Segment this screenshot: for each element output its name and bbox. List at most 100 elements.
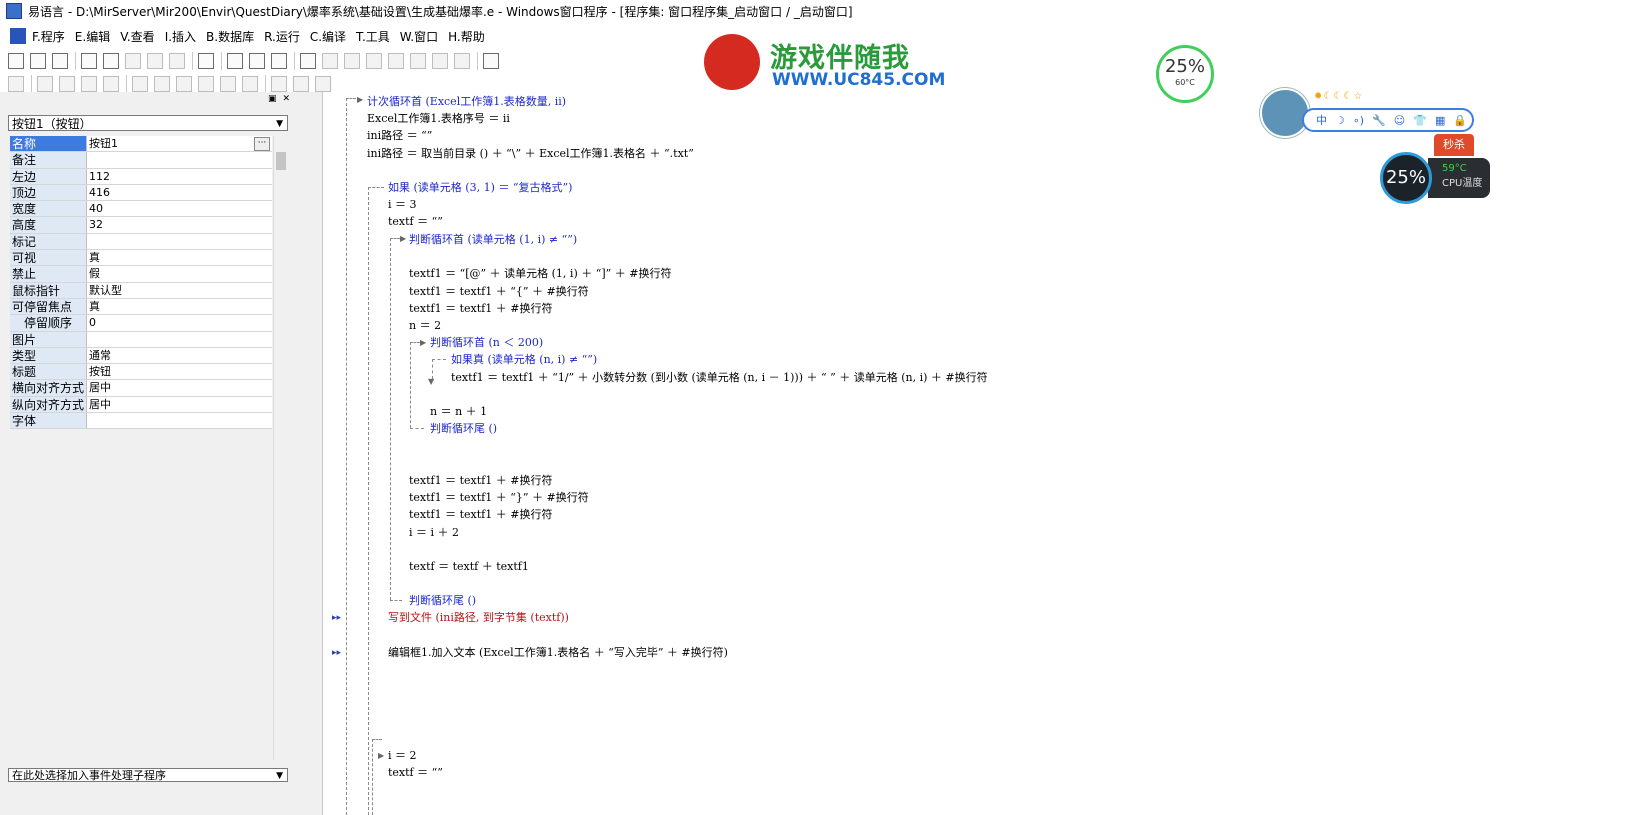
code-line[interactable]: textf1 ＝ textf1 ＋ “}” ＋ #换行符: [409, 489, 589, 505]
lock-icon[interactable]: 🔒: [1453, 114, 1467, 127]
menu-run[interactable]: R.运行: [264, 28, 300, 45]
property-row[interactable]: 停留顺序 0: [10, 315, 272, 332]
property-row[interactable]: 顶边 416: [10, 184, 272, 202]
code-line[interactable]: textf1 ＝ textf1 ＋ #换行符: [409, 472, 552, 488]
expand-icon[interactable]: ▶: [357, 95, 363, 104]
property-row[interactable]: 禁止假: [10, 266, 272, 283]
layout-2-icon[interactable]: [249, 53, 265, 69]
step-5-icon[interactable]: [432, 53, 448, 69]
code-line[interactable]: ini路径 ＝ “”: [367, 127, 432, 143]
step-2-icon[interactable]: [366, 53, 382, 69]
property-row[interactable]: 可视真: [10, 250, 272, 267]
expand-icon[interactable]: ▶: [420, 338, 426, 347]
component-select[interactable]: 按钮1（按钮） ▼: [8, 115, 288, 131]
property-value[interactable]: [87, 331, 272, 347]
layout-3-icon[interactable]: [271, 53, 287, 69]
property-row[interactable]: 左边 112: [10, 168, 272, 185]
menu-database[interactable]: B.数据库: [206, 28, 254, 45]
code-line[interactable]: n ＝ n ＋ 1: [430, 403, 487, 419]
breakpoint-marker-icon[interactable]: ▸▸: [332, 648, 341, 658]
property-row[interactable]: 横向对齐方式 居中: [10, 380, 272, 397]
property-row[interactable]: 标题 按钮: [10, 364, 272, 381]
property-value[interactable]: 默认型: [87, 282, 272, 298]
property-value[interactable]: 通常: [87, 347, 272, 364]
code-line[interactable]: i ＝ i ＋ 2: [409, 524, 459, 540]
breakpoint-marker-icon[interactable]: ▸▸: [332, 613, 341, 623]
shirt-icon[interactable]: 👕: [1413, 114, 1427, 127]
property-value[interactable]: 真: [87, 250, 272, 266]
property-value[interactable]: 居中: [87, 380, 272, 396]
open-folder-icon[interactable]: [30, 53, 46, 69]
code-line[interactable]: textf1 ＝ textf1 ＋ “{” ＋ #换行符: [409, 283, 589, 299]
property-row[interactable]: 纵向对齐方式 居中: [10, 396, 272, 414]
usage-gauge[interactable]: 25% 60°C: [1156, 45, 1214, 103]
property-value[interactable]: 按钮1 ···: [87, 136, 272, 152]
scroll-thumb[interactable]: [276, 152, 286, 170]
menu-tools[interactable]: T.工具: [356, 28, 390, 45]
menu-view[interactable]: V.查看: [120, 28, 154, 45]
code-line[interactable]: textf1 ＝ textf1 ＋ #换行符: [409, 506, 552, 522]
grid-icon[interactable]: ▦: [1435, 114, 1445, 127]
code-line[interactable]: 编辑框1.加入文本 (Excel工作簿1.表格名 ＋ “写入完毕” ＋ #换行符…: [388, 644, 728, 660]
smile-icon[interactable]: ☺: [1394, 114, 1405, 127]
cpu-widget[interactable]: 59°C CPU温度 25%: [1380, 152, 1490, 204]
property-row[interactable]: 字体: [10, 413, 272, 430]
menu-edit[interactable]: E.编辑: [75, 28, 110, 45]
pin-icon[interactable]: ▣: [268, 94, 277, 104]
expand-icon[interactable]: ▶: [378, 751, 384, 760]
code-line[interactable]: textf1 ＝ “[@” ＋ 读单元格 (1, i) ＋ “]” ＋ #换行符: [409, 265, 671, 281]
property-value[interactable]: 真: [87, 298, 272, 315]
expand-icon[interactable]: ▶: [400, 234, 406, 243]
wrench-icon[interactable]: 🔧: [1372, 114, 1386, 127]
hand-icon[interactable]: [454, 53, 470, 69]
menu-compile[interactable]: C.编译: [310, 28, 346, 45]
space-v-icon[interactable]: [242, 76, 258, 92]
run-icon[interactable]: [300, 53, 316, 69]
center-h-icon[interactable]: [132, 76, 148, 92]
close-icon[interactable]: ✕: [282, 94, 290, 104]
property-row[interactable]: 备注: [10, 152, 272, 169]
grid-icon[interactable]: [315, 76, 331, 92]
resize-h-icon[interactable]: [271, 76, 287, 92]
chevron-down-icon[interactable]: ▼: [276, 769, 283, 781]
same-width-icon[interactable]: [176, 76, 192, 92]
property-value[interactable]: 居中: [87, 396, 272, 413]
property-value[interactable]: [87, 413, 272, 429]
ime-mode-button[interactable]: 中: [1316, 112, 1327, 128]
code-line[interactable]: 判断循环首 (读单元格 (1, i) ≠ “”): [409, 231, 577, 247]
app-menu-icon[interactable]: [10, 28, 26, 44]
align-top-icon[interactable]: [81, 76, 97, 92]
redo-icon[interactable]: [147, 53, 163, 69]
property-row[interactable]: 图片: [10, 331, 272, 348]
moon-icon[interactable]: ☽: [1335, 114, 1345, 127]
paste-icon[interactable]: [125, 53, 141, 69]
stop-icon[interactable]: [322, 53, 338, 69]
property-value[interactable]: 112: [87, 168, 272, 184]
undo-icon[interactable]: [169, 53, 185, 69]
code-line[interactable]: textf1 ＝ textf1 ＋ “1/” ＋ 小数转分数 (到小数 (读单元…: [451, 369, 988, 385]
code-line[interactable]: 如果真 (读单元格 (n, i) ≠ “”): [451, 351, 597, 367]
property-value[interactable]: 40: [87, 201, 272, 217]
code-line[interactable]: 判断循环尾 (): [430, 420, 497, 436]
code-line[interactable]: 判断循环首 (n ＜ 200): [430, 334, 543, 350]
menu-window[interactable]: W.窗口: [400, 28, 438, 45]
property-row[interactable]: 高度 32: [10, 217, 272, 234]
menu-program[interactable]: F.程序: [32, 28, 65, 45]
space-h-icon[interactable]: [220, 76, 236, 92]
property-value[interactable]: 按钮: [87, 364, 272, 380]
property-row[interactable]: 名称 按钮1 ···: [10, 136, 272, 153]
property-row[interactable]: 宽度 40: [10, 201, 272, 218]
property-scrollbar[interactable]: [273, 136, 288, 760]
menu-help[interactable]: H.帮助: [448, 28, 485, 45]
find-icon[interactable]: [198, 53, 214, 69]
property-row[interactable]: 鼠标指针 默认型: [10, 282, 272, 299]
code-line[interactable]: 如果 (读单元格 (3, 1) ＝ “复古格式”): [388, 179, 572, 195]
align-right-icon[interactable]: [59, 76, 75, 92]
step-4-icon[interactable]: [410, 53, 426, 69]
avatar[interactable]: [1260, 88, 1310, 138]
property-value[interactable]: 假: [87, 266, 272, 282]
binoculars-icon[interactable]: [483, 53, 499, 69]
event-select[interactable]: 在此处选择加入事件处理子程序 ▼: [8, 768, 288, 782]
property-row[interactable]: 标记: [10, 233, 272, 251]
code-line[interactable]: Excel工作簿1.表格序号 ＝ ii: [367, 110, 510, 126]
